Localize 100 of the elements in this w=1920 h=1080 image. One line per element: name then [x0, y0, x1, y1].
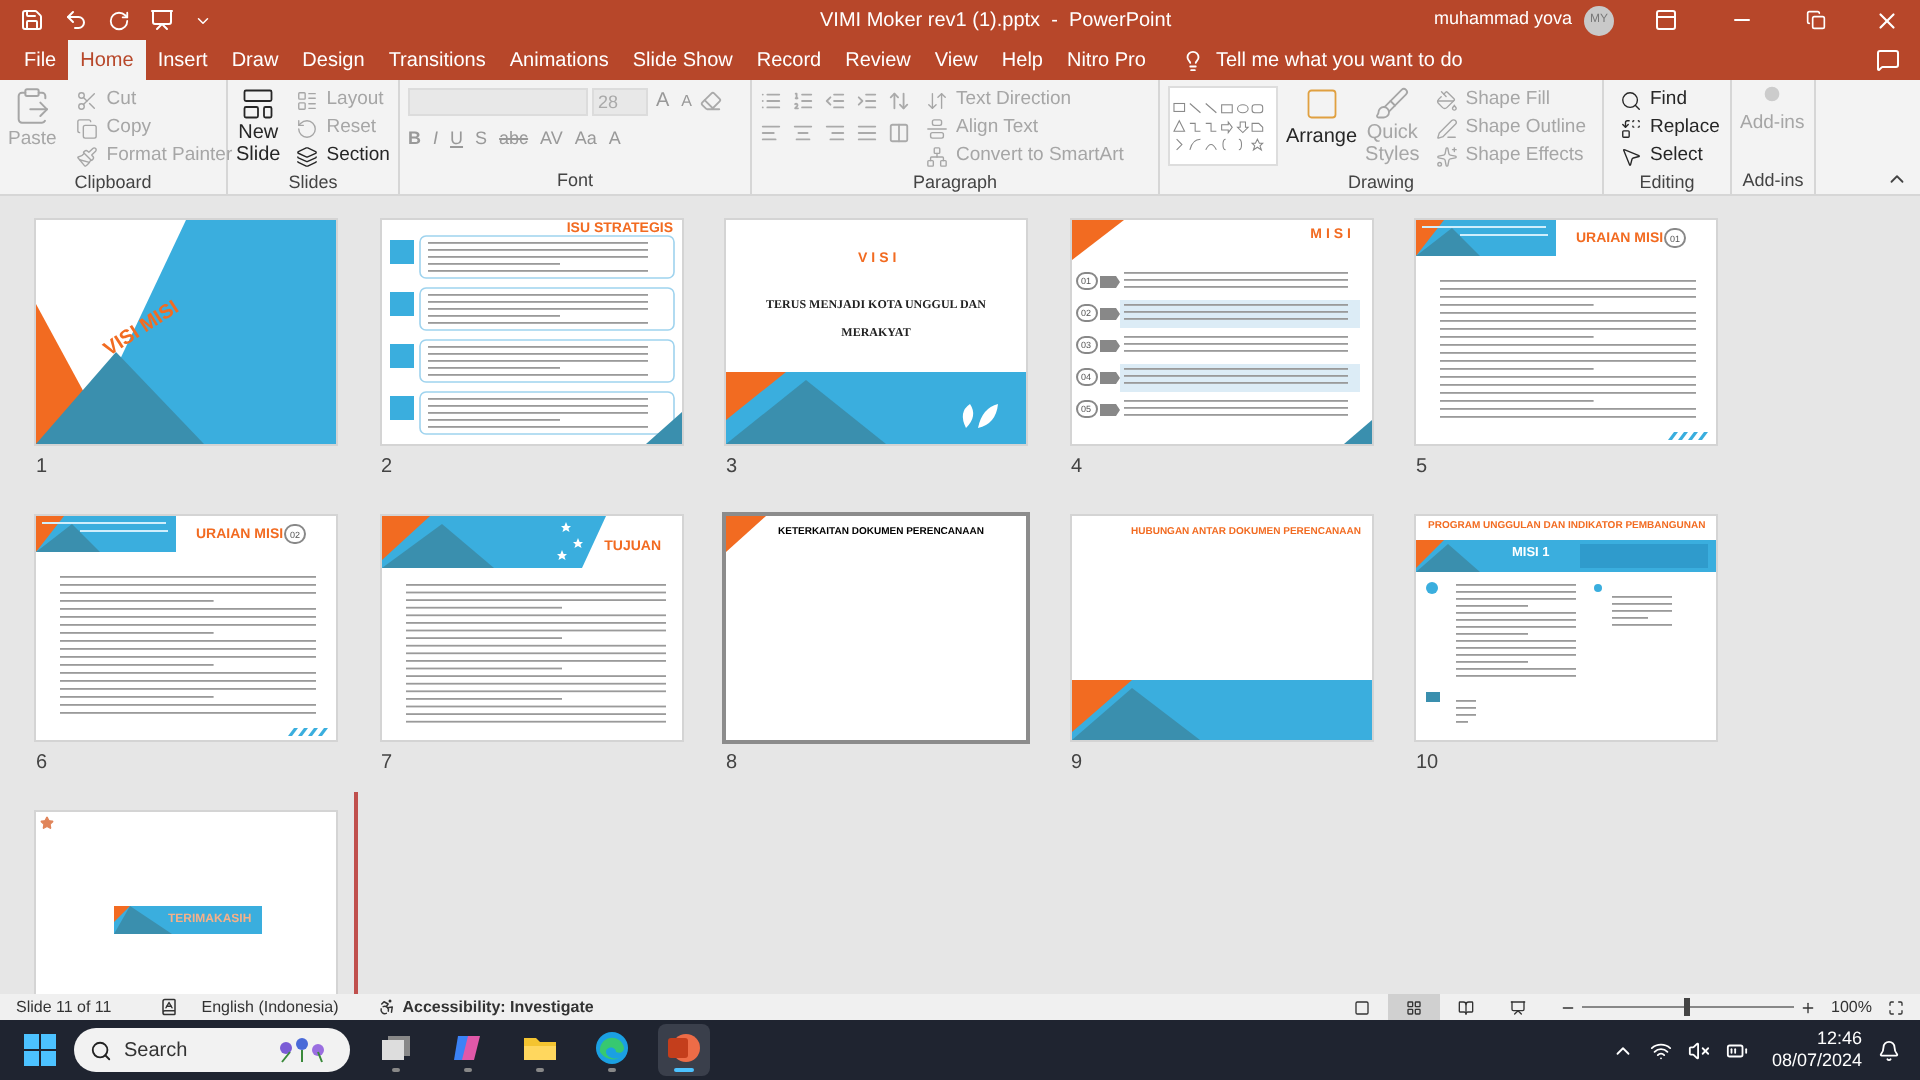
menu-tab[interactable]: Nitro Pro — [1054, 40, 1158, 80]
slide-thumbnail[interactable]: VISI MISI — [36, 220, 336, 444]
save-icon[interactable] — [20, 8, 44, 32]
taskbar-search-field[interactable]: Search — [74, 1028, 350, 1072]
menu-tab[interactable]: Review — [833, 40, 923, 80]
muted-speaker-icon[interactable] — [1687, 1039, 1710, 1061]
group-label: Slides — [286, 170, 340, 196]
slide-number: 2 — [381, 454, 393, 482]
battery-icon[interactable] — [1725, 1039, 1748, 1061]
grow-font-button[interactable]: A — [652, 86, 674, 116]
slide-title: VISI MISI — [101, 298, 184, 362]
format-button[interactable]: Aa — [574, 126, 597, 153]
cut-icon — [76, 89, 99, 111]
taskbar-app[interactable] — [658, 1024, 710, 1076]
reset-icon — [296, 117, 319, 139]
paste-icon — [12, 86, 53, 126]
group-label: Clipboard — [72, 170, 154, 196]
language-status[interactable]: English (Indonesia) — [201, 995, 339, 1019]
start-icon[interactable] — [24, 1034, 56, 1066]
format-button[interactable]: abc — [499, 126, 529, 153]
presenter-icon[interactable] — [150, 8, 174, 32]
format-button[interactable]: I — [433, 126, 439, 153]
menu-tab[interactable]: View — [922, 40, 990, 80]
user-name: muhammad yova — [1433, 6, 1572, 33]
presentation-icon — [1509, 999, 1526, 1015]
tell-me-search[interactable]: Tell me what you want to do — [1215, 45, 1463, 75]
slide-number: 9 — [1071, 750, 1083, 778]
menu-tab[interactable]: Design — [290, 40, 377, 80]
slide-number: 3 — [726, 454, 738, 482]
menu-tab[interactable]: Animations — [497, 40, 621, 80]
accessibility-icon — [378, 998, 397, 1016]
shape-fill-icon — [1435, 89, 1458, 111]
shape-gallery[interactable] — [1168, 86, 1278, 166]
ribbon-display-icon[interactable] — [1654, 8, 1678, 32]
fit-to-window-icon[interactable] — [1888, 999, 1904, 1015]
format-button[interactable]: B — [408, 126, 421, 153]
book-icon — [1457, 999, 1474, 1015]
convert-smartart-icon — [926, 145, 948, 167]
section-button[interactable]: Section — [288, 142, 398, 170]
find-button[interactable]: Find — [1612, 86, 1728, 114]
text-direction-icon — [926, 89, 948, 111]
slide-number: 6 — [36, 750, 48, 778]
slide-number: 4 — [1071, 454, 1083, 482]
zoom-in-icon[interactable] — [1799, 999, 1816, 1015]
slide-number: 10 — [1416, 750, 1439, 778]
grid-icon — [1405, 999, 1422, 1015]
search-input[interactable]: Search — [124, 1035, 244, 1065]
zoom-thumb[interactable] — [1684, 998, 1691, 1016]
clock-time[interactable]: 12:46 — [1816, 1028, 1862, 1050]
menu-tab[interactable]: Transitions — [376, 40, 498, 80]
select-icon — [1620, 145, 1642, 167]
notifications-icon[interactable] — [1878, 1039, 1900, 1061]
section-icon — [296, 145, 319, 167]
copy-icon — [76, 117, 99, 139]
menu-tab[interactable]: Insert — [145, 40, 220, 80]
slide-number: 8 — [726, 750, 738, 778]
group-label: Paragraph — [910, 170, 1000, 196]
menu-tab[interactable]: Slide Show — [620, 40, 745, 80]
menu-tab[interactable]: Home — [68, 40, 146, 80]
replace-button[interactable]: Replace — [1612, 114, 1728, 142]
redo-icon[interactable] — [108, 9, 130, 31]
clock-date[interactable]: 08/07/2024 — [1771, 1050, 1862, 1072]
arrange-icon — [1303, 86, 1340, 122]
menu-tab[interactable]: Record — [744, 40, 834, 80]
slide-sorter-button[interactable] — [1387, 994, 1440, 1020]
format-painter-icon — [76, 145, 99, 167]
restore-icon[interactable] — [1806, 10, 1826, 30]
quick-styles-button[interactable]: Quick Styles — [1365, 86, 1420, 166]
shrink-font-button[interactable]: A — [677, 89, 697, 113]
menu-tab[interactable]: Draw — [219, 40, 291, 80]
new-slide-button[interactable]: New Slide — [236, 86, 281, 166]
close-icon[interactable] — [1874, 7, 1900, 33]
accessibility-status[interactable]: Accessibility: Investigate — [402, 995, 594, 1019]
font-size-field[interactable]: 28 — [592, 87, 648, 115]
layout-icon — [296, 89, 319, 111]
powerpoint-icon — [666, 1029, 702, 1065]
slide-number: 5 — [1416, 454, 1428, 482]
menu-tab[interactable]: Help — [989, 40, 1055, 80]
add-ins-icon — [1764, 86, 1781, 102]
format-button[interactable]: A — [608, 126, 621, 153]
select-button[interactable]: Select — [1612, 142, 1728, 170]
align-text-icon — [926, 117, 948, 139]
new-slide-icon — [240, 86, 277, 122]
wifi-icon[interactable] — [1649, 1039, 1672, 1061]
arrange-button[interactable]: Arrange — [1285, 86, 1358, 152]
shape-outline-icon — [1435, 117, 1458, 139]
find-icon — [1620, 89, 1642, 111]
undo-icon[interactable] — [64, 8, 88, 32]
slide-number: 7 — [381, 750, 393, 778]
zoom-level[interactable]: 100% — [1831, 995, 1872, 1019]
format-button[interactable]: U — [450, 126, 464, 153]
menu-tab[interactable]: File — [12, 40, 69, 80]
format-button[interactable]: S — [475, 126, 488, 153]
spelling-icon[interactable] — [159, 998, 178, 1016]
group-label: Editing — [1637, 170, 1697, 196]
comments-icon[interactable] — [1876, 48, 1900, 72]
format-button[interactable]: AV — [540, 126, 563, 153]
edge-icon — [594, 1029, 630, 1065]
shape-effects-icon — [1435, 145, 1458, 167]
slide-counter: Slide 11 of 11 — [16, 995, 112, 1019]
